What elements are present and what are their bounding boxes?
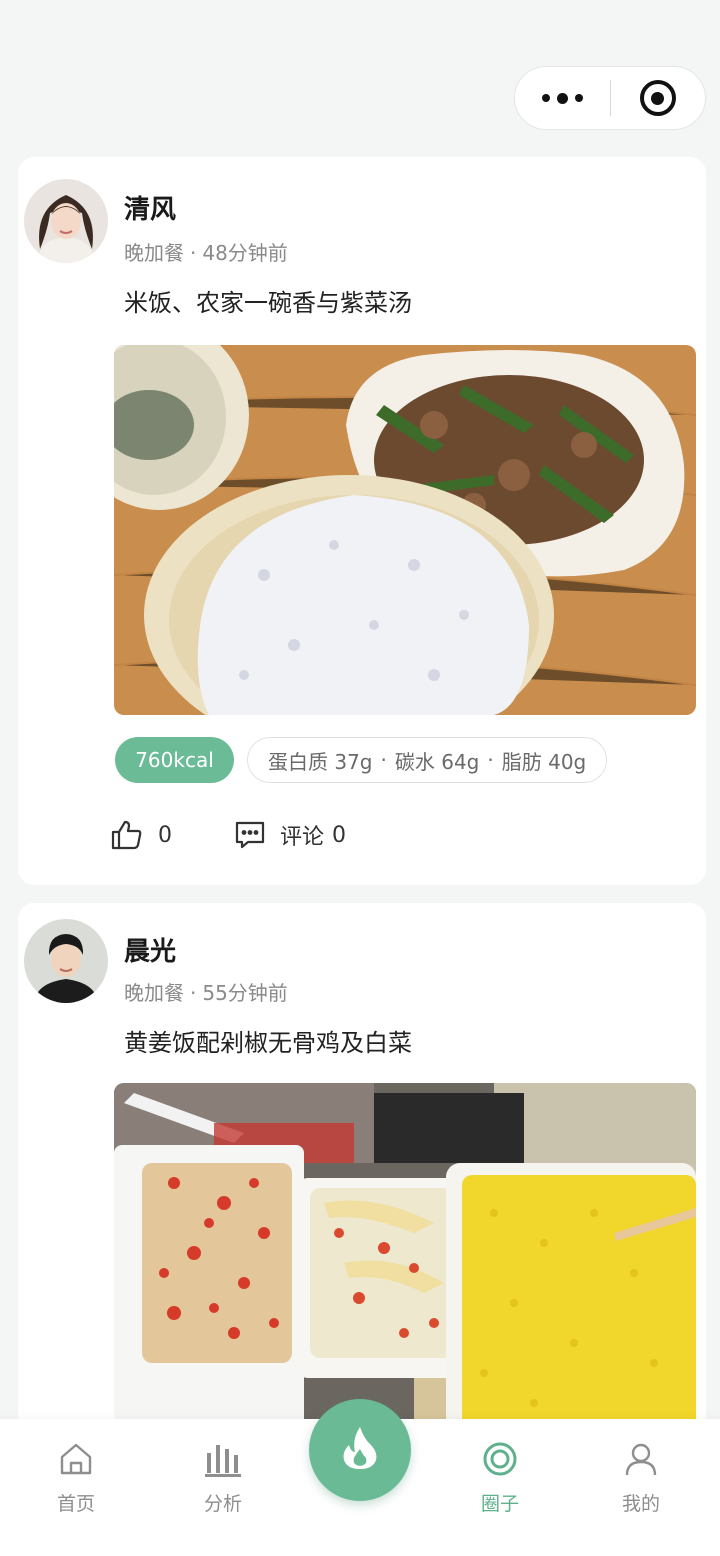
flame-icon xyxy=(340,1425,380,1475)
tab-label: 我的 xyxy=(621,1493,660,1515)
macros-pill: 蛋白质 37g · 碳水 64g · 脂肪 40g xyxy=(247,737,608,783)
tab-label: 首页 xyxy=(56,1493,95,1515)
comment-icon xyxy=(234,819,266,851)
post-meta: 晚加餐 · 48分钟前 xyxy=(124,237,288,266)
thumbs-up-icon xyxy=(110,818,144,852)
user-icon xyxy=(621,1439,661,1479)
comment-button[interactable]: 评论 0 xyxy=(234,819,346,851)
more-dots-icon[interactable] xyxy=(515,67,610,129)
meal-photo[interactable] xyxy=(114,1083,696,1463)
tab-circle[interactable]: 圈子 xyxy=(450,1419,550,1556)
home-icon xyxy=(56,1439,96,1479)
macro-separator: · xyxy=(380,748,387,772)
tab-label: 分析 xyxy=(203,1493,242,1515)
post-card: 清风 晚加餐 · 48分钟前 米饭、农家一碗香与紫菜汤 760kcal 蛋白质 … xyxy=(18,157,706,885)
comment-label: 评论 xyxy=(280,825,325,850)
username[interactable]: 晨光 xyxy=(124,931,176,968)
post-actions: 0 评论 0 xyxy=(110,815,346,855)
comment-count: 0 xyxy=(332,822,347,848)
tab-home[interactable]: 首页 xyxy=(26,1419,126,1556)
avatar[interactable] xyxy=(24,179,108,263)
post-description: 黄姜饭配剁椒无骨鸡及白菜 xyxy=(124,1029,412,1057)
avatar[interactable] xyxy=(24,919,108,1003)
username[interactable]: 清风 xyxy=(124,189,176,226)
tab-mine[interactable]: 我的 xyxy=(591,1419,691,1556)
like-button[interactable]: 0 xyxy=(110,818,172,852)
meal-type: 晚加餐 xyxy=(124,981,184,1005)
close-mini-program-button[interactable] xyxy=(611,67,705,129)
bar-chart-icon xyxy=(203,1439,243,1479)
post-card: 晨光 晚加餐 · 55分钟前 黄姜饭配剁椒无骨鸡及白菜 xyxy=(18,903,706,1463)
protein-value: 蛋白质 37g xyxy=(268,749,373,774)
record-meal-button[interactable] xyxy=(309,1399,411,1501)
fat-value: 脂肪 40g xyxy=(501,749,587,774)
meta-separator: · xyxy=(190,981,197,1005)
meal-photo[interactable] xyxy=(114,345,696,715)
like-count: 0 xyxy=(158,822,172,848)
target-circle-icon xyxy=(639,80,676,116)
calories-badge: 760kcal xyxy=(115,737,234,783)
tab-analysis[interactable]: 分析 xyxy=(173,1419,273,1556)
tab-label: 圈子 xyxy=(480,1493,519,1515)
post-time: 55分钟前 xyxy=(202,981,288,1005)
mini-program-capsule xyxy=(514,66,706,130)
circle-icon xyxy=(480,1439,520,1479)
post-meta: 晚加餐 · 55分钟前 xyxy=(124,977,288,1006)
post-description: 米饭、农家一碗香与紫菜汤 xyxy=(124,289,412,317)
post-time: 48分钟前 xyxy=(202,241,288,265)
meal-type: 晚加餐 xyxy=(124,241,184,265)
meta-separator: · xyxy=(190,241,197,265)
carbs-value: 碳水 64g xyxy=(394,749,480,774)
macro-separator: · xyxy=(487,748,494,772)
